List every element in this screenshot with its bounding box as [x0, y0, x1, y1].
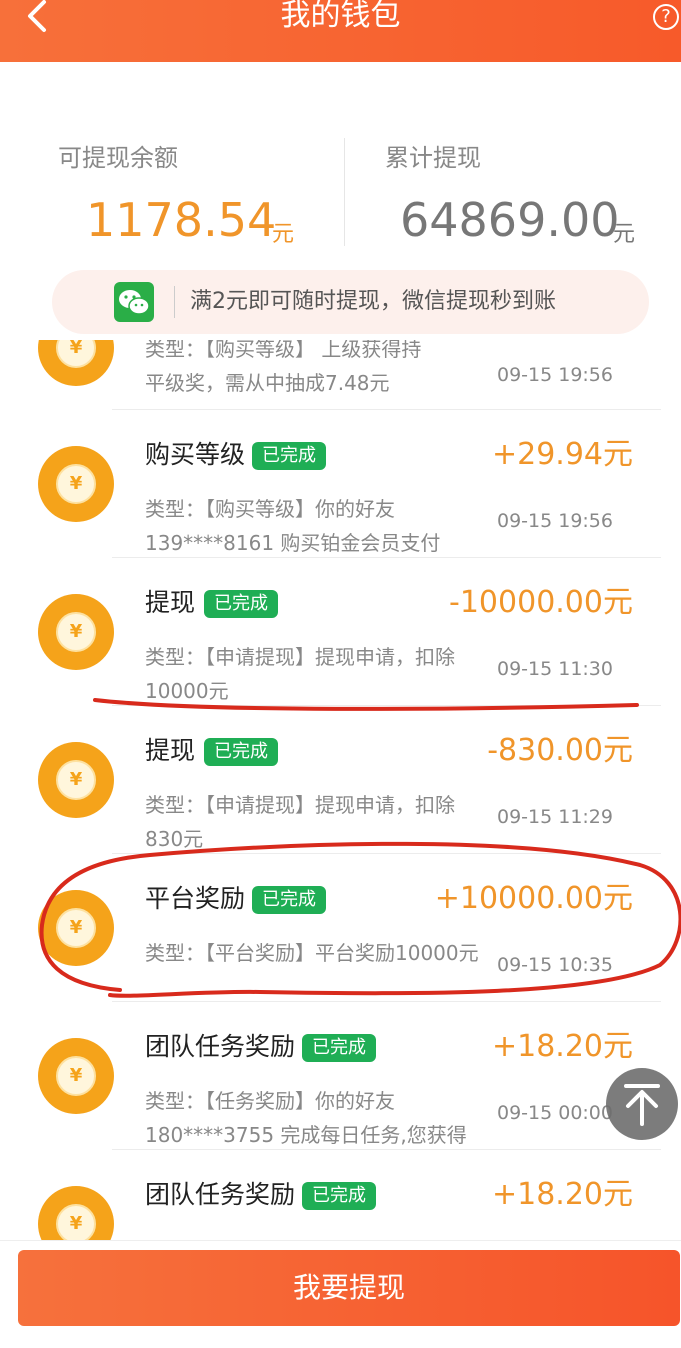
transaction-title: 团队任务奖励 [145, 1180, 296, 1209]
list-item[interactable]: ¥ 团队任务奖励 已完成 +18.20元 [0, 1150, 681, 1240]
transaction-time: 09-15 19:56 [496, 510, 613, 532]
transaction-amount: +29.94元 [491, 437, 633, 472]
total-withdrawn-unit: 元 [613, 222, 636, 247]
coin-icon: ¥ [38, 890, 114, 966]
transaction-title: 平台奖励 [145, 884, 246, 913]
withdraw-button[interactable]: 我要提现 [18, 1250, 680, 1326]
transaction-time: 09-15 10:35 [496, 954, 613, 976]
arrow-up-icon[interactable] [606, 1068, 678, 1140]
transaction-amount: +18.20元 [491, 1177, 633, 1212]
transaction-description: 类型：【平台奖励】平台奖励10000元 [145, 941, 479, 965]
list-item[interactable]: ¥ 购买等级 已完成 +29.94元 类型：【购买等级】你的好友139****8… [0, 410, 681, 558]
transaction-time: 09-15 11:30 [496, 658, 613, 680]
transaction-list[interactable]: ¥ 类型：【购买等级】 上级获得持 平级奖，需从中抽成7.48元 09-15 1… [0, 340, 681, 1240]
coin-icon: ¥ [38, 446, 114, 522]
transaction-amount: +10000.00元 [434, 881, 633, 916]
transaction-amount: -830.00元 [487, 733, 633, 768]
transaction-description: 类型：【任务奖励】你的好友180****3755 完成每日任务,您获得 [145, 1089, 467, 1147]
coin-icon: ¥ [38, 594, 114, 670]
balance-divider [344, 138, 345, 246]
list-item[interactable]: ¥ 平台奖励 已完成 +10000.00元 类型：【平台奖励】平台奖励10000… [0, 854, 681, 1002]
transaction-title: 团队任务奖励 [145, 1032, 296, 1061]
question-circle-icon[interactable]: ? [653, 4, 679, 30]
transaction-description: 类型：【申请提现】提现申请，扣除10000元 [145, 645, 455, 703]
header-bar: 我的钱包 ? [0, 0, 681, 62]
list-item[interactable]: ¥ 提现 已完成 -10000.00元 类型：【申请提现】提现申请，扣除1000… [0, 558, 681, 706]
list-item[interactable]: ¥ 类型：【购买等级】 上级获得持 平级奖，需从中抽成7.48元 09-15 1… [0, 340, 681, 410]
coin-icon: ¥ [38, 1186, 114, 1240]
transaction-description: 类型：【申请提现】提现申请，扣除830元 [145, 793, 455, 851]
coin-icon: ¥ [38, 340, 114, 386]
transaction-title: 购买等级 [145, 440, 246, 469]
status-badge: 已完成 [252, 886, 326, 914]
notice-text: 满2元即可随时提现，微信提现秒到账 [190, 289, 556, 314]
status-badge: 已完成 [204, 590, 278, 618]
status-badge: 已完成 [252, 442, 326, 470]
status-badge: 已完成 [302, 1182, 376, 1210]
transaction-amount: -10000.00元 [449, 585, 633, 620]
available-balance-amount: 1178.54 [86, 193, 277, 247]
status-badge: 已完成 [204, 738, 278, 766]
total-withdrawn-amount: 64869.00 [400, 193, 620, 247]
transaction-time: 09-15 00:00 [496, 1102, 613, 1124]
transaction-title: 提现 [145, 588, 196, 617]
transaction-description: 类型：【购买等级】 上级获得持 平级奖，需从中抽成7.48元 [145, 340, 422, 395]
transaction-title: 提现 [145, 736, 196, 765]
available-balance-unit: 元 [272, 222, 295, 247]
wechat-icon [114, 282, 154, 322]
list-item[interactable]: ¥ 提现 已完成 -830.00元 类型：【申请提现】提现申请，扣除830元 0… [0, 706, 681, 854]
coin-icon: ¥ [38, 742, 114, 818]
available-balance-label: 可提现余额 [58, 144, 178, 172]
status-badge: 已完成 [302, 1034, 376, 1062]
transaction-time: 09-15 19:56 [496, 364, 613, 386]
notice-divider [174, 286, 175, 318]
transaction-time: 09-15 11:29 [496, 806, 613, 828]
total-withdrawn-label: 累计提现 [385, 144, 481, 172]
transaction-amount: +18.20元 [491, 1029, 633, 1064]
coin-icon: ¥ [38, 1038, 114, 1114]
list-item[interactable]: ¥ 团队任务奖励 已完成 +18.20元 类型：【任务奖励】你的好友180***… [0, 1002, 681, 1150]
withdraw-notice-banner: 满2元即可随时提现，微信提现秒到账 [52, 270, 649, 334]
transaction-description: 类型：【购买等级】你的好友139****8161 购买铂金会员支付 [145, 497, 441, 555]
page-title: 我的钱包 [280, 0, 401, 33]
